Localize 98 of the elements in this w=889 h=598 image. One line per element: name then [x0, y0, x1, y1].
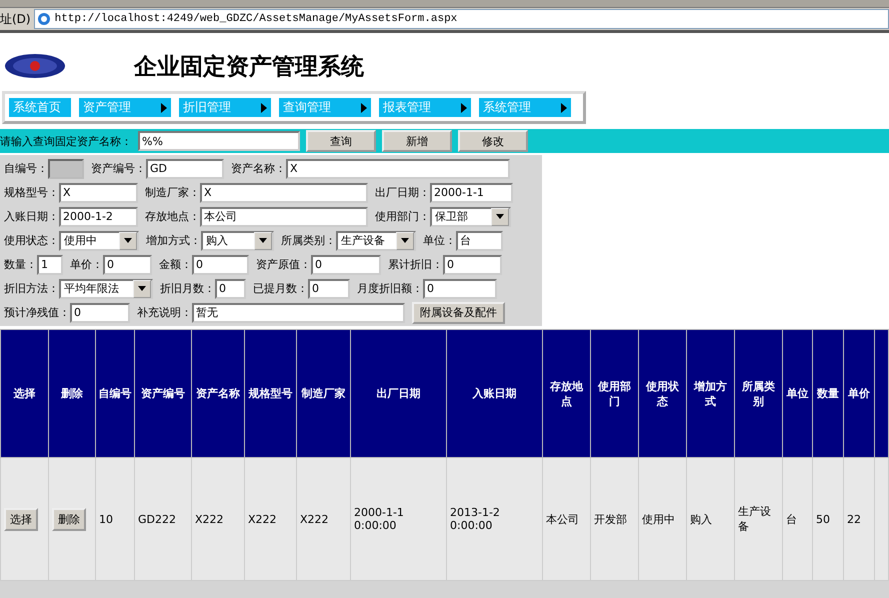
column-header: 使用状态: [638, 330, 686, 458]
table-cell: 使用中: [638, 458, 686, 580]
table-cell: 开发部: [590, 458, 638, 580]
input-field[interactable]: 2000-1-2: [59, 206, 138, 226]
field-label: 金额：: [159, 257, 192, 272]
field-label: 自编号：: [4, 161, 48, 176]
table-cell: 2000-1-1 0:00:00: [350, 458, 446, 580]
column-header: 资产编号: [134, 330, 192, 458]
table-cell: X222: [192, 458, 244, 580]
field-label: 存放地点：: [145, 209, 200, 224]
field-label: 单位：: [423, 233, 456, 248]
select-field[interactable]: 使用中: [59, 230, 139, 250]
column-header: 单价: [844, 330, 874, 458]
input-field[interactable]: 0: [103, 254, 152, 274]
column-header: 单位: [782, 330, 812, 458]
field-label: 规格型号：: [4, 185, 59, 200]
field-label: 使用状态：: [4, 233, 59, 248]
input-field[interactable]: 暂无: [192, 302, 405, 322]
logo-icon: [4, 53, 66, 79]
field-label: 月度折旧额：: [357, 281, 423, 296]
field-label: 入账日期：: [4, 209, 59, 224]
field-label: 数量：: [4, 257, 37, 272]
input-field[interactable]: 0: [308, 278, 350, 298]
search-field[interactable]: %%: [138, 131, 300, 151]
select-field[interactable]: 保卫部: [430, 206, 511, 226]
column-header: 数量: [812, 330, 844, 458]
dropdown-arrow-icon: [259, 238, 267, 243]
field-label: 累计折旧：: [388, 257, 443, 272]
input-field[interactable]: 本公司: [200, 206, 368, 226]
field-label: 增加方式：: [146, 233, 201, 248]
table-cell: 2013-1-2 0:00:00: [446, 458, 542, 580]
browser-icon: [36, 12, 51, 26]
field-label: 补充说明：: [137, 305, 192, 320]
select-field[interactable]: 生产设备: [336, 230, 416, 250]
action-button[interactable]: 查询: [306, 130, 376, 152]
row-button[interactable]: 删除: [52, 508, 86, 530]
input-field[interactable]: 0: [423, 278, 497, 298]
field-label: 资产名称：: [231, 161, 286, 176]
input-field[interactable]: 0: [215, 278, 246, 298]
dropdown-arrow-icon: [124, 238, 132, 243]
field-label: 所属类别：: [281, 233, 336, 248]
field-label: 折旧月数：: [160, 281, 215, 296]
table-cell: X222: [244, 458, 296, 580]
select-field[interactable]: 平均年限法: [59, 278, 153, 298]
readonly-field: [48, 158, 84, 178]
field-label: 使用部门：: [375, 209, 430, 224]
row-button[interactable]: 选择: [4, 508, 38, 530]
select-field[interactable]: 购入: [201, 230, 274, 250]
field-label: 折旧方法：: [4, 281, 59, 296]
dropdown-arrow-icon: [401, 238, 409, 243]
table-cell: X222: [296, 458, 350, 580]
column-header: 存放地点: [542, 330, 590, 458]
column-header: 所属类别: [734, 330, 782, 458]
input-field[interactable]: 0: [192, 254, 249, 274]
input-field[interactable]: X: [59, 182, 138, 202]
column-header: 使用部门: [590, 330, 638, 458]
url-field[interactable]: http://localhost:4249/web_GDZC/AssetsManage/MyAssetsForm.aspx: [34, 9, 889, 29]
table-cell: 10: [96, 458, 134, 580]
column-header: 选择: [0, 330, 48, 458]
table-cell: GD222: [134, 458, 192, 580]
input-field[interactable]: X: [286, 158, 510, 178]
column-header: 制造厂家: [296, 330, 350, 458]
column-header: 出厂日期: [350, 330, 446, 458]
address-label: 址(D): [0, 10, 31, 28]
table-cell: 50: [812, 458, 844, 580]
search-label: 请输入查询固定资产名称：: [0, 134, 132, 148]
input-field[interactable]: 0: [443, 254, 502, 274]
input-field[interactable]: 1: [37, 254, 63, 274]
field-label: 预计净残值：: [4, 305, 70, 320]
action-button[interactable]: 修改: [458, 130, 528, 152]
system-title: 企业固定资产管理系统: [134, 52, 364, 82]
column-header: 规格型号: [244, 330, 296, 458]
field-label: 出厂日期：: [375, 185, 430, 200]
dropdown-arrow-icon: [138, 286, 146, 291]
dropdown-arrow-icon: [496, 214, 504, 219]
action-button[interactable]: 新增: [382, 130, 452, 152]
column-header: 删除: [48, 330, 96, 458]
input-field[interactable]: 2000-1-1: [430, 182, 513, 202]
table-cell: 购入: [686, 458, 734, 580]
input-field[interactable]: GD: [146, 158, 224, 178]
column-header: 增加方式: [686, 330, 734, 458]
input-field[interactable]: 台: [456, 230, 503, 250]
input-field[interactable]: X: [200, 182, 368, 202]
field-label: 资产原值：: [256, 257, 311, 272]
field-label: 制造厂家：: [145, 185, 200, 200]
column-header: 自编号: [96, 330, 134, 458]
input-field[interactable]: 0: [70, 302, 130, 322]
column-header: 资产名称: [192, 330, 244, 458]
table-cell: 生产设备: [734, 458, 782, 580]
table-cell: 本公司: [542, 458, 590, 580]
field-label: 资产编号：: [91, 161, 146, 176]
table-cell: 22: [844, 458, 874, 580]
accessories-button[interactable]: 附属设备及配件: [412, 302, 505, 324]
field-label: 已提月数：: [253, 281, 308, 296]
field-label: 单价：: [70, 257, 103, 272]
column-header: 入账日期: [446, 330, 542, 458]
input-field[interactable]: 0: [311, 254, 381, 274]
table-cell: 台: [782, 458, 812, 580]
